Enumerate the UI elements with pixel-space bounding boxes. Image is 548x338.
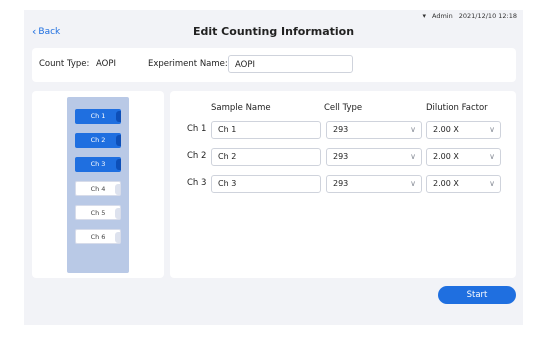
sample-name-input[interactable]: Ch 2 — [211, 148, 321, 166]
count-type-label: Count Type: — [39, 59, 90, 69]
chevron-down-icon: ∨ — [410, 152, 416, 161]
chamber-slot-ch2[interactable]: Ch 2 — [75, 133, 121, 148]
samples-card: Sample Name Cell Type Dilution Factor Ch… — [170, 91, 516, 278]
cell-type-value: 293 — [333, 179, 349, 188]
chamber-slot-ch6[interactable]: Ch 6 — [75, 229, 121, 244]
cell-type-select[interactable]: 293 ∨ — [326, 121, 422, 139]
row-label-ch2: Ch 2 — [187, 151, 207, 161]
dilution-factor-header: Dilution Factor — [426, 103, 488, 113]
page-title: Edit Counting Information — [192, 25, 355, 38]
slot-label: Ch 1 — [90, 112, 106, 120]
top-bar: ‹ Back Edit Counting Information — [24, 20, 523, 50]
slot-label: Ch 6 — [90, 233, 106, 241]
slot-label: Ch 5 — [90, 209, 106, 217]
info-card: Count Type: AOPI Experiment Name: AOPI — [32, 48, 516, 82]
sample-name-input[interactable]: Ch 3 — [211, 175, 321, 193]
chamber-slot-ch4[interactable]: Ch 4 — [75, 181, 121, 196]
slot-label: Ch 2 — [90, 136, 106, 144]
chamber-slot-ch5[interactable]: Ch 5 — [75, 205, 121, 220]
chamber-slot-ch3[interactable]: Ch 3 — [75, 157, 121, 172]
status-bar: ▾ Admin 2021/12/10 12:18 — [423, 12, 518, 20]
sample-name-input[interactable]: Ch 1 — [211, 121, 321, 139]
chamber-rack: Ch 1 Ch 2 Ch 3 Ch 4 Ch 5 Ch 6 — [67, 97, 129, 273]
status-datetime: 2021/12/10 12:18 — [458, 12, 517, 20]
dilution-factor-value: 2.00 X — [433, 152, 459, 161]
slot-label: Ch 4 — [90, 185, 106, 193]
dilution-factor-select[interactable]: 2.00 X ∨ — [426, 121, 501, 139]
chevron-down-icon: ∨ — [489, 179, 495, 188]
cell-type-value: 293 — [333, 125, 349, 134]
start-button[interactable]: Start — [438, 286, 516, 304]
dilution-factor-value: 2.00 X — [433, 125, 459, 134]
chevron-down-icon: ∨ — [410, 125, 416, 134]
rack-card: Ch 1 Ch 2 Ch 3 Ch 4 Ch 5 Ch 6 — [32, 91, 164, 278]
experiment-name-label: Experiment Name: — [148, 59, 228, 69]
chamber-slot-ch1[interactable]: Ch 1 — [75, 109, 121, 124]
dilution-factor-select[interactable]: 2.00 X ∨ — [426, 148, 501, 166]
dilution-factor-select[interactable]: 2.00 X ∨ — [426, 175, 501, 193]
chevron-down-icon: ∨ — [410, 179, 416, 188]
experiment-name-input[interactable]: AOPI — [228, 55, 353, 73]
row-label-ch3: Ch 3 — [187, 178, 207, 188]
cell-type-header: Cell Type — [324, 103, 363, 113]
row-label-ch1: Ch 1 — [187, 124, 207, 134]
chevron-down-icon: ∨ — [489, 152, 495, 161]
sample-name-header: Sample Name — [211, 103, 271, 113]
cell-type-select[interactable]: 293 ∨ — [326, 175, 422, 193]
count-type-value: AOPI — [96, 59, 116, 69]
cell-type-select[interactable]: 293 ∨ — [326, 148, 422, 166]
app-screen: ▾ Admin 2021/12/10 12:18 ‹ Back Edit Cou… — [24, 10, 523, 325]
cell-type-value: 293 — [333, 152, 349, 161]
status-user: Admin — [432, 12, 453, 20]
wifi-icon: ▾ — [422, 12, 427, 20]
chevron-down-icon: ∨ — [489, 125, 495, 134]
slot-label: Ch 3 — [90, 160, 106, 168]
dilution-factor-value: 2.00 X — [433, 179, 459, 188]
